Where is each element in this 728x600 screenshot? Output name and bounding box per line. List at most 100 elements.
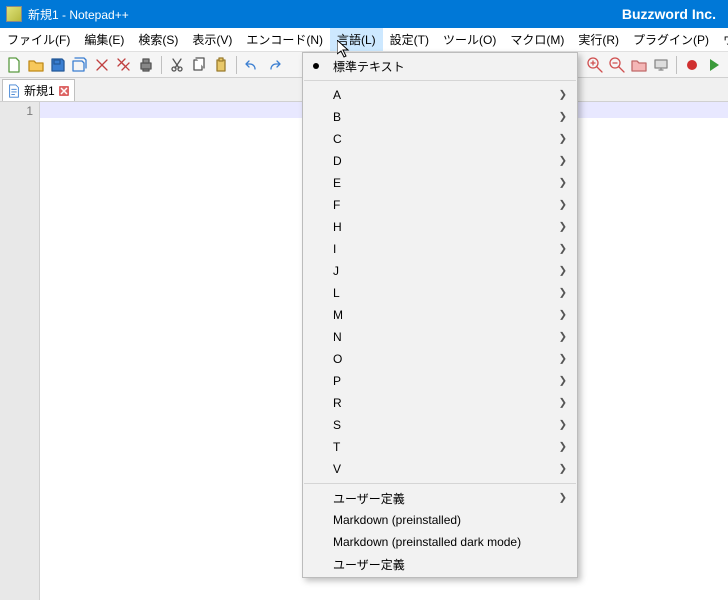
chevron-right-icon: ❯: [559, 288, 567, 299]
saveall-icon[interactable]: [70, 55, 90, 75]
lang-group-n[interactable]: N❯: [303, 326, 577, 348]
redo-icon[interactable]: [264, 55, 284, 75]
menu-encoding[interactable]: エンコード(N): [239, 28, 330, 51]
lang-group-c[interactable]: C❯: [303, 128, 577, 150]
dropdown-item-label: S: [333, 418, 341, 432]
save-icon[interactable]: [48, 55, 68, 75]
dropdown-item-label: ユーザー定義: [333, 490, 405, 507]
chevron-right-icon: ❯: [559, 222, 567, 233]
dropdown-item-label: I: [333, 242, 336, 256]
lang-group-h[interactable]: H❯: [303, 216, 577, 238]
dropdown-item-label: 標準テキスト: [333, 58, 405, 75]
close-icon[interactable]: [92, 55, 112, 75]
lang-group-e[interactable]: E❯: [303, 172, 577, 194]
chevron-right-icon: ❯: [559, 354, 567, 365]
paste-icon[interactable]: [211, 55, 231, 75]
dropdown-separator: [304, 80, 576, 81]
copy-icon[interactable]: [189, 55, 209, 75]
lang-group-t[interactable]: T❯: [303, 436, 577, 458]
lang-bottom-0[interactable]: ユーザー定義 ❯: [303, 487, 577, 509]
lang-group-s[interactable]: S❯: [303, 414, 577, 436]
menu-tools[interactable]: ツール(O): [436, 28, 503, 51]
cut-icon[interactable]: [167, 55, 187, 75]
toolbar-separator: [676, 56, 677, 74]
lang-group-v[interactable]: V❯: [303, 458, 577, 480]
dropdown-item-label: ユーザー定義: [333, 556, 405, 573]
dropdown-separator: [304, 483, 576, 484]
lang-bottom-2[interactable]: Markdown (preinstalled dark mode): [303, 531, 577, 553]
menu-language[interactable]: 言語(L): [330, 28, 383, 51]
brand-label: Buzzword Inc.: [622, 6, 716, 22]
dropdown-item-label: V: [333, 462, 341, 476]
menu-view[interactable]: 表示(V): [185, 28, 239, 51]
dropdown-item-label: L: [333, 286, 340, 300]
tab-new1[interactable]: 新規1: [2, 79, 75, 101]
dropdown-item-label: A: [333, 88, 341, 102]
lang-bottom-3[interactable]: ユーザー定義: [303, 553, 577, 575]
menu-edit[interactable]: 編集(E): [77, 28, 131, 51]
menu-settings[interactable]: 設定(T): [383, 28, 436, 51]
menu-plugins[interactable]: プラグイン(P): [626, 28, 716, 51]
undo-icon[interactable]: [242, 55, 262, 75]
menu-run[interactable]: 実行(R): [571, 28, 626, 51]
dropdown-item-label: C: [333, 132, 342, 146]
menu-search[interactable]: 検索(S): [131, 28, 185, 51]
lang-group-i[interactable]: I❯: [303, 238, 577, 260]
zoom-out-icon[interactable]: [607, 55, 627, 75]
titlebar: 新規1 - Notepad++ Buzzword Inc.: [0, 0, 728, 28]
dropdown-item-label: R: [333, 396, 342, 410]
zoom-in-icon[interactable]: [585, 55, 605, 75]
tab-close-icon[interactable]: [58, 85, 70, 97]
lang-group-o[interactable]: O❯: [303, 348, 577, 370]
dropdown-item-label: F: [333, 198, 340, 212]
chevron-right-icon: ❯: [559, 156, 567, 167]
chevron-right-icon: ❯: [559, 376, 567, 387]
dropdown-item-label: M: [333, 308, 343, 322]
lang-group-b[interactable]: B❯: [303, 106, 577, 128]
open-icon[interactable]: [26, 55, 46, 75]
lang-bottom-1[interactable]: Markdown (preinstalled): [303, 509, 577, 531]
print-icon[interactable]: [136, 55, 156, 75]
monitor-icon[interactable]: [651, 55, 671, 75]
line-number: 1: [0, 104, 33, 120]
chevron-right-icon: ❯: [559, 90, 567, 101]
lang-group-r[interactable]: R❯: [303, 392, 577, 414]
dropdown-item-label: B: [333, 110, 341, 124]
dropdown-item-label: H: [333, 220, 342, 234]
window-title: 新規1 - Notepad++: [28, 6, 622, 23]
lang-group-j[interactable]: J❯: [303, 260, 577, 282]
lang-group-p[interactable]: P❯: [303, 370, 577, 392]
tab-label: 新規1: [24, 82, 55, 99]
dropdown-item-label: Markdown (preinstalled dark mode): [333, 535, 521, 549]
language-dropdown: 標準テキストA❯B❯C❯D❯E❯F❯H❯I❯J❯L❯M❯N❯O❯P❯R❯S❯T❯…: [302, 52, 578, 578]
lang-plain-text[interactable]: 標準テキスト: [303, 55, 577, 77]
checked-bullet-icon: [313, 63, 319, 69]
dropdown-item-label: O: [333, 352, 342, 366]
record-icon[interactable]: [682, 55, 702, 75]
lang-group-d[interactable]: D❯: [303, 150, 577, 172]
menu-file[interactable]: ファイル(F): [0, 28, 77, 51]
menubar: ファイル(F)編集(E)検索(S)表示(V)エンコード(N)言語(L)設定(T)…: [0, 28, 728, 52]
chevron-right-icon: ❯: [559, 442, 567, 453]
lang-group-m[interactable]: M❯: [303, 304, 577, 326]
closeall-icon[interactable]: [114, 55, 134, 75]
chevron-right-icon: ❯: [559, 134, 567, 145]
chevron-right-icon: ❯: [559, 200, 567, 211]
menu-macro[interactable]: マクロ(M): [503, 28, 571, 51]
dropdown-item-label: T: [333, 440, 340, 454]
menu-window[interactable]: ウィンドウ管理(W: [716, 28, 728, 51]
dropdown-item-label: E: [333, 176, 341, 190]
chevron-right-icon: ❯: [559, 493, 567, 504]
chevron-right-icon: ❯: [559, 420, 567, 431]
folder-icon[interactable]: [629, 55, 649, 75]
chevron-right-icon: ❯: [559, 266, 567, 277]
chevron-right-icon: ❯: [559, 310, 567, 321]
play-icon[interactable]: [704, 55, 724, 75]
new-icon[interactable]: [4, 55, 24, 75]
chevron-right-icon: ❯: [559, 332, 567, 343]
toolbar-separator: [236, 56, 237, 74]
lang-group-f[interactable]: F❯: [303, 194, 577, 216]
lang-group-a[interactable]: A❯: [303, 84, 577, 106]
file-icon: [7, 84, 21, 98]
lang-group-l[interactable]: L❯: [303, 282, 577, 304]
